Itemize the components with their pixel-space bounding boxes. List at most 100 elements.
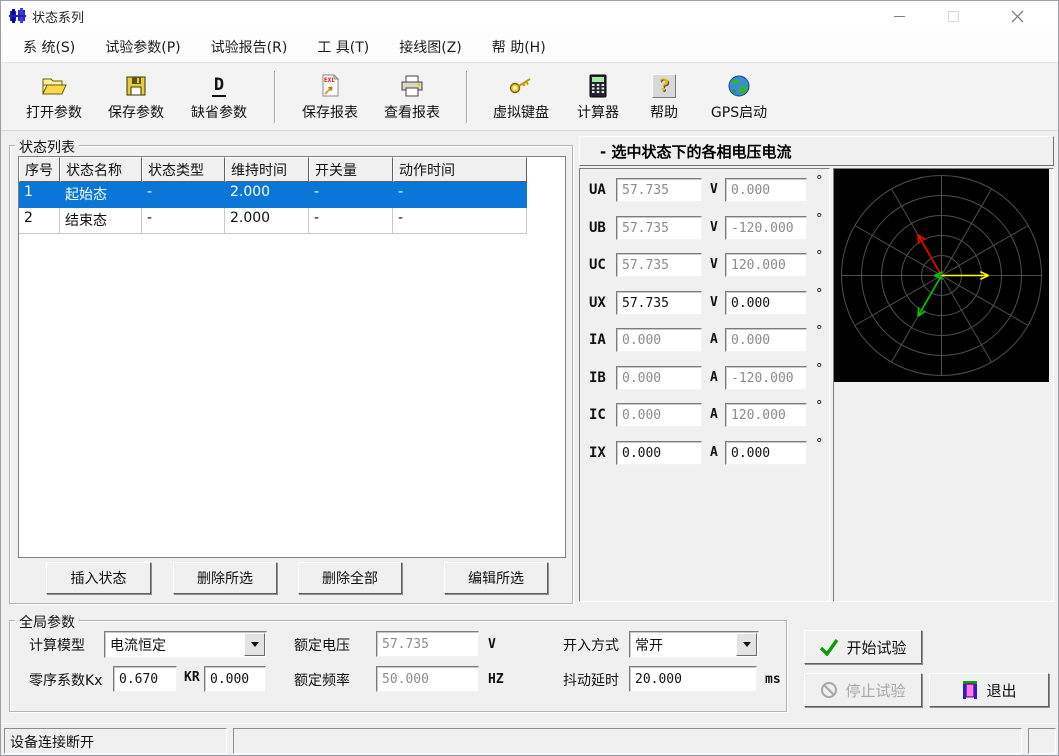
save-params-button[interactable]: 保存参数	[95, 68, 177, 126]
toolbar-separator	[274, 71, 276, 123]
ix-angle-input[interactable]: 0.000	[725, 441, 807, 465]
table-row-selected[interactable]: 1 起始态 - 2.000 - -	[19, 182, 565, 208]
cell[interactable]: -	[142, 182, 225, 208]
kx-input[interactable]: 0.670	[113, 666, 177, 692]
status-cell-middle	[233, 728, 1022, 754]
cell[interactable]: 结束态	[60, 208, 142, 234]
status-table[interactable]: 序号 状态名称 状态类型 维持时间 开关量 动作时间 1 起始态 - 2.000…	[18, 156, 566, 558]
jitter-delay-label: 抖动延时	[563, 670, 619, 690]
ic-magnitude-input: 0.000	[616, 403, 702, 427]
ic-angle-input: 120.000	[725, 403, 807, 427]
open-params-button[interactable]: 打开参数	[13, 68, 95, 126]
column-header[interactable]: 维持时间	[225, 157, 309, 182]
save-report-button[interactable]: EXL 保存报表	[289, 68, 371, 126]
degree-symbol: °	[816, 362, 823, 377]
gps-start-button[interactable]: GPS启动	[693, 68, 785, 126]
unit-label: V	[710, 295, 718, 310]
phase-row-uc: UC 57.735 V 120.000 °	[580, 253, 829, 278]
phase-label: IX	[589, 445, 606, 461]
toolbar: 打开参数 保存参数 D 缺省参数 EXL	[1, 64, 1058, 131]
cell[interactable]: 2	[19, 208, 60, 234]
maximize-button[interactable]	[930, 1, 976, 31]
status-cell-right	[1028, 728, 1056, 754]
ub-angle-input: -120.000	[725, 216, 807, 240]
cell[interactable]: 2.000	[225, 182, 309, 208]
close-button[interactable]	[994, 1, 1040, 31]
calc-model-select[interactable]: 电流恒定	[104, 631, 267, 658]
phase-label: IA	[589, 332, 606, 348]
menu-test-report[interactable]: 试验报告(R)	[211, 37, 288, 57]
cell[interactable]: -	[309, 182, 393, 208]
delete-selected-button[interactable]: 删除所选	[173, 562, 277, 594]
input-mode-select[interactable]: 常开	[629, 631, 759, 658]
menu-help[interactable]: 帮 助(H)	[492, 37, 546, 57]
cell[interactable]: 起始态	[60, 182, 142, 208]
minimize-button[interactable]	[876, 1, 922, 31]
edit-selected-button[interactable]: 编辑所选	[444, 562, 548, 594]
device-status: 设备连接断开	[4, 728, 227, 754]
help-button[interactable]: ? 帮助	[635, 68, 693, 126]
open-folder-icon	[41, 72, 67, 100]
cell[interactable]: 1	[19, 182, 60, 208]
cell[interactable]: 2.000	[225, 208, 309, 234]
menu-test-params[interactable]: 试验参数(P)	[105, 37, 180, 57]
exit-button[interactable]: 退出	[929, 673, 1049, 707]
phase-row-ia: IA 0.000 A 0.000 °	[580, 328, 829, 353]
table-row[interactable]: 2 结束态 - 2.000 - -	[19, 208, 565, 234]
ux-angle-input[interactable]: 0.000	[725, 291, 807, 315]
menu-wiring-diagram[interactable]: 接线图(Z)	[399, 37, 462, 57]
menu-system[interactable]: 系 统(S)	[23, 37, 75, 57]
check-icon	[819, 638, 839, 656]
calc-model-label: 计算模型	[29, 635, 85, 655]
cell[interactable]: -	[393, 208, 527, 234]
column-header[interactable]: 状态名称	[60, 157, 142, 182]
cell[interactable]: -	[142, 208, 225, 234]
close-icon	[1011, 10, 1024, 23]
phase-label: IC	[589, 407, 606, 423]
degree-symbol: °	[816, 287, 823, 302]
calculator-icon	[589, 72, 607, 100]
stop-test-button: 停止试验	[804, 673, 922, 707]
menu-tools[interactable]: 工 具(T)	[317, 37, 369, 57]
view-report-button[interactable]: 查看报表	[371, 68, 453, 126]
jitter-delay-input[interactable]: 20.000	[629, 666, 757, 692]
ua-angle-input: 0.000	[725, 178, 807, 202]
unit-label: V	[710, 257, 718, 272]
unit-label: A	[710, 370, 718, 385]
phase-row-ux: UX 57.735 V 0.000 °	[580, 291, 829, 316]
insert-state-button[interactable]: 插入状态	[46, 562, 151, 594]
start-test-button[interactable]: 开始试验	[804, 630, 922, 664]
stop-icon	[820, 681, 838, 699]
unit-label: A	[710, 332, 718, 347]
uc-angle-input: 120.000	[725, 253, 807, 277]
ia-angle-input: 0.000	[725, 328, 807, 352]
ub-magnitude-input: 57.735	[616, 216, 702, 240]
column-header[interactable]: 动作时间	[393, 157, 527, 182]
cell[interactable]: -	[309, 208, 393, 234]
degree-symbol: °	[816, 174, 823, 189]
svg-text:EXL: EXL	[324, 77, 335, 84]
phase-row-ua: UA 57.735 V 0.000 °	[580, 178, 829, 203]
status-list-legend: 状态列表	[15, 137, 79, 157]
phase-label: UX	[589, 295, 606, 311]
delete-all-button[interactable]: 删除全部	[298, 562, 402, 594]
column-header-filler	[527, 157, 565, 182]
virtual-keyboard-button[interactable]: 虚拟键盘	[481, 68, 561, 126]
ix-magnitude-input[interactable]: 0.000	[616, 441, 702, 465]
cell[interactable]: -	[393, 182, 527, 208]
freq-unit-label: HZ	[488, 672, 504, 687]
rated-voltage-label: 额定电压	[294, 635, 350, 655]
app-window: 状态系列 系 统(S) 试验参数(P) 试验报告(R) 工 具(T) 接线图(Z…	[0, 0, 1059, 756]
calculator-button[interactable]: 计算器	[561, 68, 635, 126]
column-header[interactable]: 开关量	[309, 157, 393, 182]
dropdown-button[interactable]	[736, 633, 757, 656]
default-params-button[interactable]: D 缺省参数	[177, 68, 261, 126]
degree-symbol: °	[816, 399, 823, 414]
kr-input[interactable]: 0.000	[204, 666, 266, 692]
phase-label: UB	[589, 220, 606, 236]
dropdown-button[interactable]	[244, 633, 265, 656]
ux-magnitude-input[interactable]: 57.735	[616, 291, 702, 315]
minimize-icon	[894, 16, 905, 17]
column-header[interactable]: 状态类型	[142, 157, 225, 182]
column-header[interactable]: 序号	[19, 157, 60, 182]
